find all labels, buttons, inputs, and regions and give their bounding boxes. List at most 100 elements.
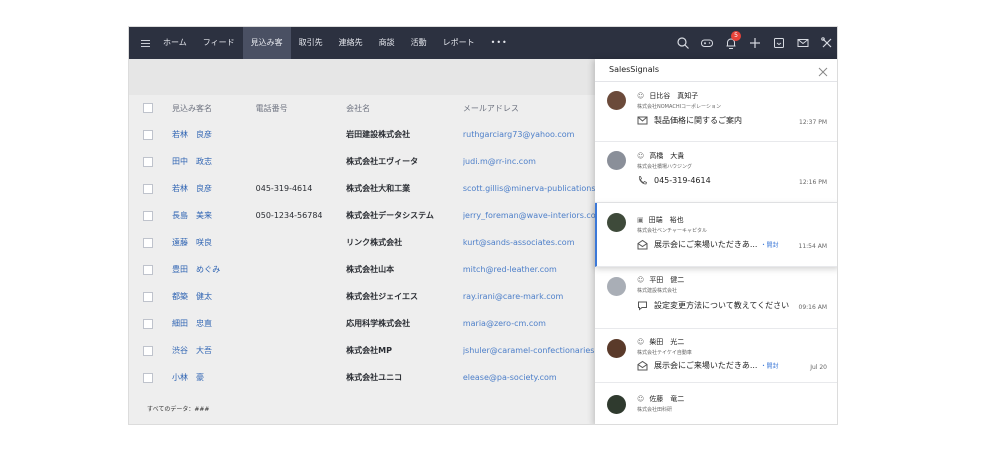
row-checkbox[interactable] <box>143 129 153 140</box>
leads-table: 見込み客名 電話番号 会社名 メールアドレス 若林 良彦 岩田建設株式会社 ruth… <box>129 95 599 391</box>
mail-open-icon <box>637 360 648 371</box>
gamepad-icon[interactable] <box>695 27 719 59</box>
lead-name-link[interactable]: 若林 良彦 <box>172 129 256 140</box>
signal-activity[interactable]: 展示会にご来場いただきあ... ・開封 <box>637 360 778 371</box>
user-name-text: 日比谷 真知子 <box>649 92 699 100</box>
table-row[interactable]: 田中 政志 株式会社エヴィータ judi.m@rr-inc.com <box>129 148 599 175</box>
bell-icon[interactable]: 5 <box>719 27 743 59</box>
nav-item-accounts[interactable]: 取引先 <box>291 27 331 59</box>
company-cell: 株式会社山本 <box>346 265 395 274</box>
signal-time: 09:16 AM <box>798 304 827 311</box>
header-email[interactable]: メールアドレス <box>463 103 599 114</box>
nav-more-button[interactable]: ••• <box>483 27 516 59</box>
table-row[interactable]: 小林 豪 株式会社ユニコ elease@pa-society.com <box>129 364 599 391</box>
row-checkbox[interactable] <box>143 183 153 194</box>
signal-company: 株式建設株式会社 <box>637 288 678 294</box>
signal-card-selected[interactable]: ▣ 田端 裕也 株式会社ベンチャーキャピタル 展示会にご来場いただきあ... ・開… <box>595 203 837 267</box>
row-checkbox[interactable] <box>143 345 153 356</box>
row-checkbox[interactable] <box>143 372 153 383</box>
tools-icon[interactable] <box>815 27 837 59</box>
company-cell: 株式会社ジェイエス <box>346 292 419 301</box>
calendar-icon[interactable] <box>767 27 791 59</box>
table-row[interactable]: 渋谷 大吾 株式会社MP jshuler@caramel-confectionari… <box>129 337 599 364</box>
row-checkbox[interactable] <box>143 264 153 275</box>
signal-company: 株式会社田科研 <box>637 407 673 413</box>
hamburger-menu-icon[interactable] <box>135 27 155 59</box>
signal-activity[interactable]: 設定変更方法について教えてください <box>637 300 789 311</box>
header-company[interactable]: 会社名 <box>346 103 463 114</box>
mail-icon[interactable] <box>791 27 815 59</box>
nav-item-contacts[interactable]: 連絡先 <box>331 27 371 59</box>
lead-name-link[interactable]: 若林 良彦 <box>172 183 256 194</box>
nav-item-home[interactable]: ホーム <box>155 27 195 59</box>
company-cell: 株式会社データシステム <box>346 211 434 220</box>
table-row[interactable]: 細田 忠直 応用科学株式会社 maria@zero-cm.com <box>129 310 599 337</box>
close-icon[interactable] <box>817 63 829 77</box>
avatar <box>607 91 626 110</box>
lead-name-link[interactable]: 細田 忠直 <box>172 318 256 329</box>
row-checkbox[interactable] <box>143 156 153 167</box>
signal-card[interactable]: ☺ 佐藤 竜二 株式会社田科研 <box>595 383 837 424</box>
mail-open-icon <box>637 239 648 250</box>
person-icon: ☺ <box>637 92 645 100</box>
signal-user-name[interactable]: ☺ 柴田 光二 <box>637 337 684 347</box>
table-row[interactable]: 都築 健太 株式会社ジェイエス ray.irani@care-mark.com <box>129 283 599 310</box>
signal-card[interactable]: ☺ 日比谷 真知子 株式会社NOMACHIコーポレーション 製品価格に関するご案内… <box>595 82 837 142</box>
signal-user-name[interactable]: ☺ 日比谷 真知子 <box>637 91 698 101</box>
row-checkbox[interactable] <box>143 318 153 329</box>
phone-cell: 045-319-4614 <box>255 184 313 193</box>
table-row[interactable]: 遠藤 咲良 リンク株式会社 kurt@sands-associates.com <box>129 229 599 256</box>
row-checkbox[interactable] <box>143 237 153 248</box>
row-checkbox[interactable] <box>143 291 153 302</box>
signal-user-name[interactable]: ▣ 田端 裕也 <box>637 215 684 225</box>
email-link[interactable]: jerry_foreman@wave-interiors.co <box>463 211 599 220</box>
signal-activity[interactable]: 展示会にご来場いただきあ... ・開封 <box>637 239 778 250</box>
nav-item-feed[interactable]: フィード <box>195 27 243 59</box>
email-link[interactable]: scott.gillis@minerva-publications <box>463 184 599 193</box>
select-all-checkbox[interactable] <box>143 103 153 113</box>
table-row[interactable]: 若林 良彦 045-319-4614 株式会社大和工業 scott.gillis@mi… <box>129 175 599 202</box>
nav-item-deals[interactable]: 商談 <box>371 27 403 59</box>
lead-name-link[interactable]: 遠藤 咲良 <box>172 237 256 248</box>
nav-item-activities[interactable]: 活動 <box>403 27 435 59</box>
table-row[interactable]: 若林 良彦 岩田建設株式会社 ruthgarciarg73@yahoo.com <box>129 121 599 148</box>
header-lead-name[interactable]: 見込み客名 <box>172 103 256 114</box>
lead-name-link[interactable]: 都築 健太 <box>172 291 256 302</box>
signal-card[interactable]: ☺ 平田 健二 株式建設株式会社 設定変更方法について教えてください 09:16 … <box>595 267 837 329</box>
record-count: すべてのデータ：### <box>147 406 210 413</box>
search-icon[interactable] <box>671 27 695 59</box>
signal-user-name[interactable]: ☺ 平田 健二 <box>637 275 684 285</box>
lead-name-link[interactable]: 渋谷 大吾 <box>172 345 256 356</box>
opened-label: ・開封 <box>760 363 779 370</box>
lead-name-link[interactable]: 豊田 めぐみ <box>172 264 256 275</box>
email-link[interactable]: elease@pa-society.com <box>463 373 599 382</box>
table-row[interactable]: 長島 美来 050-1234-56784 株式会社データシステム jerry_fore… <box>129 202 599 229</box>
email-link[interactable]: ray.irani@care-mark.com <box>463 292 599 301</box>
lead-name-link[interactable]: 小林 豪 <box>172 372 256 383</box>
email-link[interactable]: judi.m@rr-inc.com <box>463 157 599 166</box>
lead-name-link[interactable]: 長島 美来 <box>172 210 256 221</box>
top-navigation-bar: ホーム フィード 見込み客 取引先 連絡先 商談 活動 レポート ••• 5 <box>129 27 837 59</box>
avatar <box>607 151 626 170</box>
activity-text: 展示会にご来場いただきあ... <box>654 361 758 370</box>
nav-item-leads[interactable]: 見込み客 <box>242 27 291 59</box>
person-icon: ☺ <box>637 276 645 284</box>
email-link[interactable]: kurt@sands-associates.com <box>463 238 599 247</box>
email-link[interactable]: ruthgarciarg73@yahoo.com <box>463 130 599 139</box>
header-phone[interactable]: 電話番号 <box>256 103 346 114</box>
lead-name-link[interactable]: 田中 政志 <box>172 156 256 167</box>
table-row[interactable]: 豊田 めぐみ 株式会社山本 mitch@red-leather.com <box>129 256 599 283</box>
email-link[interactable]: mitch@red-leather.com <box>463 265 599 274</box>
signal-activity[interactable]: 045-319-4614 <box>637 175 711 186</box>
email-link[interactable]: maria@zero-cm.com <box>463 319 599 328</box>
row-checkbox[interactable] <box>143 210 153 221</box>
signal-user-name[interactable]: ☺ 高橋 大貴 <box>637 151 684 161</box>
email-link[interactable]: jshuler@caramel-confectionaries <box>463 346 599 355</box>
plus-icon[interactable] <box>743 27 767 59</box>
signal-activity[interactable]: 製品価格に関するご案内 <box>637 115 742 126</box>
mail-icon <box>637 115 648 126</box>
nav-item-reports[interactable]: レポート <box>435 27 483 59</box>
signal-card[interactable]: ☺ 柴田 光二 株式会社テイケイ自動車 展示会にご来場いただきあ... ・開封 J… <box>595 329 837 383</box>
signal-user-name[interactable]: ☺ 佐藤 竜二 <box>637 394 684 404</box>
signal-card[interactable]: ☺ 高橋 大貴 株式会社橋場ハウジング 045-319-4614 12:16 PM <box>595 142 837 203</box>
